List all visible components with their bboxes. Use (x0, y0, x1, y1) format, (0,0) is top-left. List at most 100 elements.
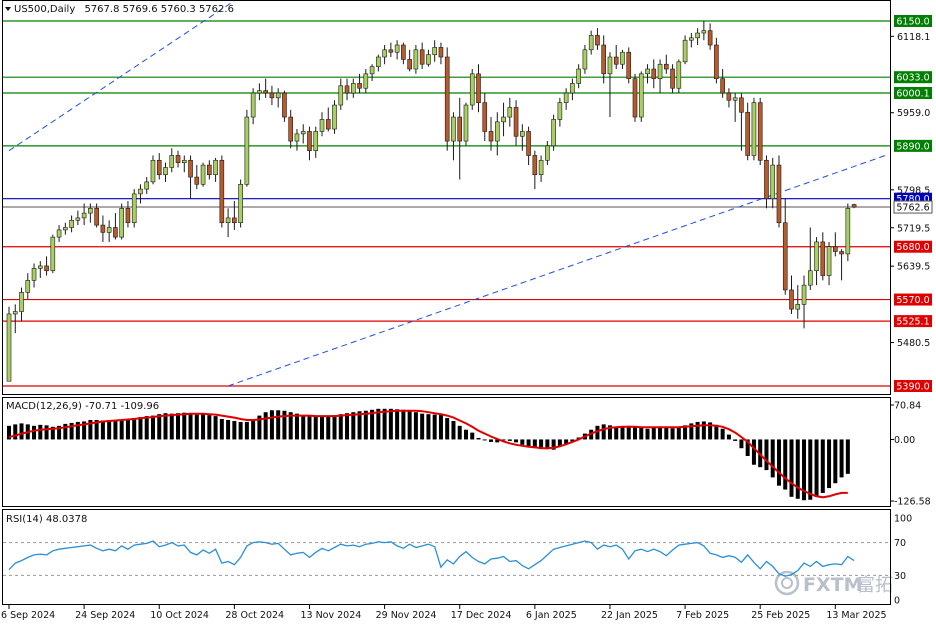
macd-bar (701, 421, 706, 440)
price-tick-label: 5719.5 (897, 223, 930, 234)
time-tick-label: 6 Jan 2025 (526, 610, 577, 621)
chart-header: US500,Daily 5767.8 5769.6 5760.3 5762.6 (5, 4, 234, 15)
level-price-label: 5525.1 (896, 317, 929, 328)
candle (626, 47, 632, 84)
macd-bar (776, 439, 781, 486)
macd-bar (44, 425, 49, 440)
macd-bar (463, 429, 468, 440)
macd-bar (244, 421, 249, 440)
price-tick-label: 6118.1 (897, 32, 930, 43)
macd-bar (326, 415, 331, 440)
macd-bar (388, 408, 393, 440)
macd-bar (119, 420, 124, 440)
price-tick-label: 5959.0 (897, 108, 930, 119)
candle (757, 97, 763, 166)
candle (751, 97, 757, 161)
macd-bar (176, 413, 181, 440)
time-tick-label: 25 Feb 2025 (751, 610, 810, 621)
macd-bar (470, 432, 475, 440)
level-price-label: 6150.0 (896, 17, 929, 28)
macd-bar (100, 420, 105, 440)
macd-bar (269, 410, 274, 440)
macd-bar (839, 439, 844, 478)
macd-bar (770, 439, 775, 478)
rsi-tick-label: 30 (894, 571, 906, 582)
svg-text:US500,Daily 5767.8 576: US500,Daily 5767.8 5769.6 5760.3 5762.6 (14, 4, 234, 15)
time-tick-label: 13 Mar 2025 (826, 610, 886, 621)
macd-bar (345, 413, 350, 440)
macd-bar (489, 439, 494, 442)
level-price-tag: 5570.0 (894, 293, 932, 306)
macd-bar (201, 414, 206, 440)
macd-bar (814, 439, 819, 497)
candle (6, 306, 12, 382)
macd-bar (639, 427, 644, 440)
watermark-brand-cjk: 富拓 (857, 575, 893, 596)
macd-bar (213, 416, 218, 440)
chart-canvas: FXTM 富拓 6150.06033.06000.15890.05780.056… (0, 0, 936, 624)
macd-bar (820, 439, 825, 493)
macd-bar (294, 413, 299, 440)
candle (244, 109, 250, 187)
candle (676, 59, 682, 94)
macd-bar (157, 414, 162, 440)
macd-bar (651, 427, 656, 440)
candle (845, 203, 851, 262)
macd-bar (720, 428, 725, 440)
macd-bar (658, 426, 663, 440)
macd-bar (420, 413, 425, 440)
macd-bar (451, 420, 456, 440)
level-price-tag: 6033.0 (894, 71, 932, 84)
candle (463, 102, 469, 146)
level-price-tag: 5890.0 (894, 139, 932, 152)
macd-bar (144, 416, 149, 440)
macd-bar (351, 412, 356, 440)
macd-bar (482, 439, 487, 441)
candle (638, 71, 644, 122)
macd-bar (232, 420, 237, 440)
macd-bar (226, 419, 231, 440)
macd-bar (514, 439, 519, 443)
macd-bar (789, 439, 794, 497)
macd-bar (733, 439, 738, 441)
candle (282, 90, 287, 122)
macd-bar (827, 439, 832, 489)
macd-bar (13, 424, 18, 440)
macd-bar (620, 426, 625, 440)
level-price-tag: 5525.1 (894, 315, 932, 328)
level-price-label: 5680.0 (896, 242, 929, 253)
macd-bar (714, 424, 719, 440)
candle (632, 73, 638, 122)
time-tick-label: 24 Sep 2024 (75, 610, 135, 621)
macd-bar (19, 423, 24, 440)
macd-bar (457, 425, 462, 440)
macd-bar (313, 416, 318, 440)
time-tick-label: 22 Jan 2025 (601, 610, 658, 621)
candle (200, 162, 206, 187)
time-tick-label: 28 Oct 2024 (225, 610, 284, 621)
macd-bar (182, 412, 187, 440)
macd-bar (520, 439, 525, 445)
rsi-tick-label: 100 (894, 514, 912, 525)
macd-bar (238, 421, 243, 440)
macd-bar (438, 413, 443, 440)
macd-bar (507, 439, 512, 441)
macd-bar (407, 410, 412, 440)
macd-bar (670, 428, 675, 440)
level-price-label: 5570.0 (896, 295, 929, 306)
level-price-label: 6033.0 (896, 73, 929, 84)
macd-bar (739, 439, 744, 449)
price-tick-label: 5798.5 (897, 185, 930, 196)
macd-bar (207, 415, 212, 440)
macd-bar (633, 426, 637, 440)
macd-bar (188, 413, 193, 440)
rsi-label: RSI(14) 48.0378 (6, 514, 87, 525)
macd-bar (845, 439, 850, 474)
time-tick-label: 7 Feb 2025 (676, 610, 729, 621)
macd-bar (833, 439, 838, 484)
candle (776, 155, 782, 228)
macd-bar (138, 417, 143, 440)
candle (50, 234, 56, 274)
macd-bar (357, 411, 362, 440)
macd-bar (476, 437, 481, 440)
